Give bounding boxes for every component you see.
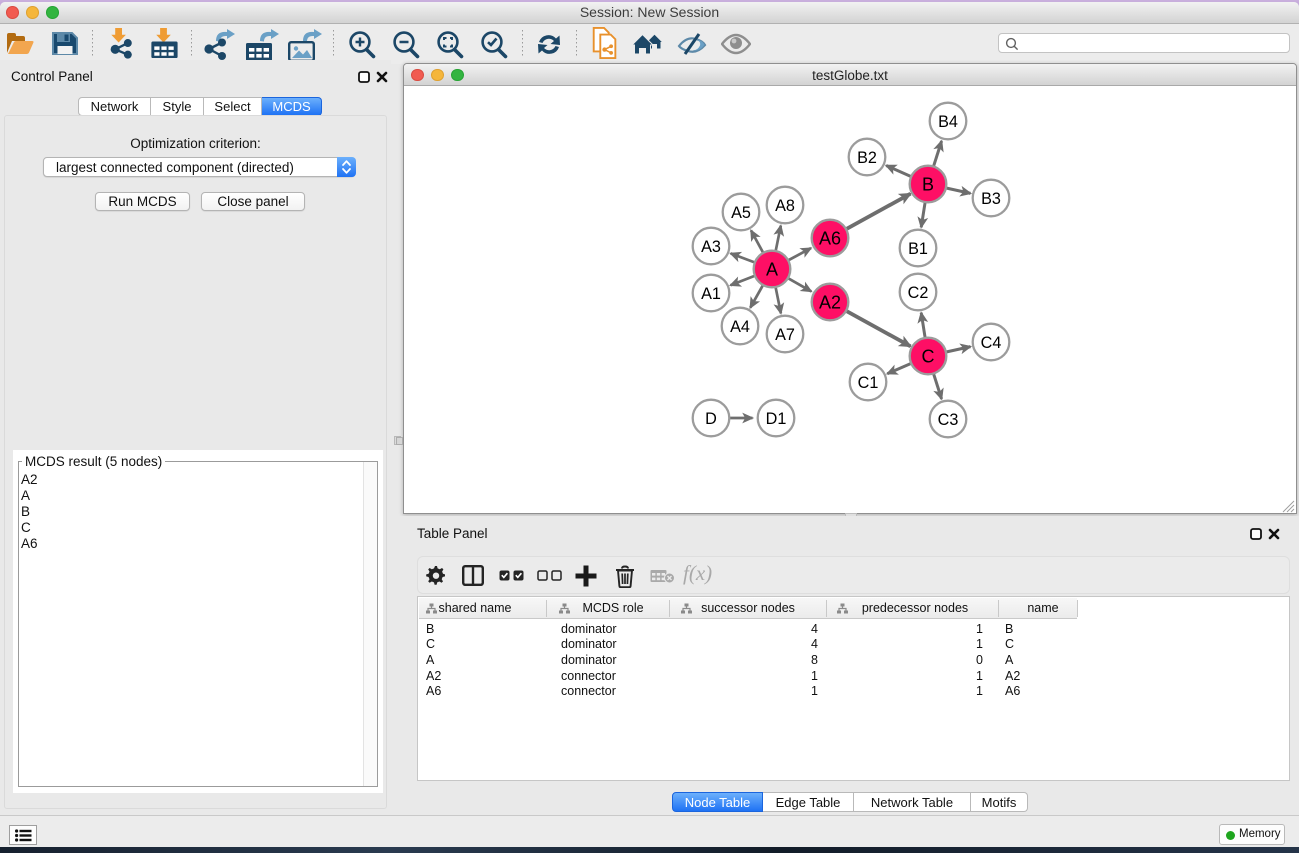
svg-text:C4: C4 xyxy=(981,334,1002,352)
svg-text:B1: B1 xyxy=(908,240,928,258)
svg-text:C: C xyxy=(922,346,935,366)
svg-text:A5: A5 xyxy=(731,204,751,222)
svg-text:B4: B4 xyxy=(938,113,958,131)
svg-text:B: B xyxy=(922,174,934,194)
svg-text:C2: C2 xyxy=(908,284,929,302)
svg-text:A4: A4 xyxy=(730,318,750,336)
svg-text:A: A xyxy=(766,259,778,279)
svg-text:A3: A3 xyxy=(701,238,721,256)
svg-text:A2: A2 xyxy=(819,292,841,312)
svg-text:B2: B2 xyxy=(857,149,877,167)
svg-text:C3: C3 xyxy=(938,411,959,429)
svg-text:D1: D1 xyxy=(766,410,787,428)
svg-text:A6: A6 xyxy=(819,228,841,248)
svg-text:A8: A8 xyxy=(775,197,795,215)
svg-text:A7: A7 xyxy=(775,326,795,344)
svg-text:C1: C1 xyxy=(858,374,879,392)
svg-text:D: D xyxy=(705,410,717,428)
svg-text:B3: B3 xyxy=(981,190,1001,208)
svg-text:A1: A1 xyxy=(701,285,721,303)
